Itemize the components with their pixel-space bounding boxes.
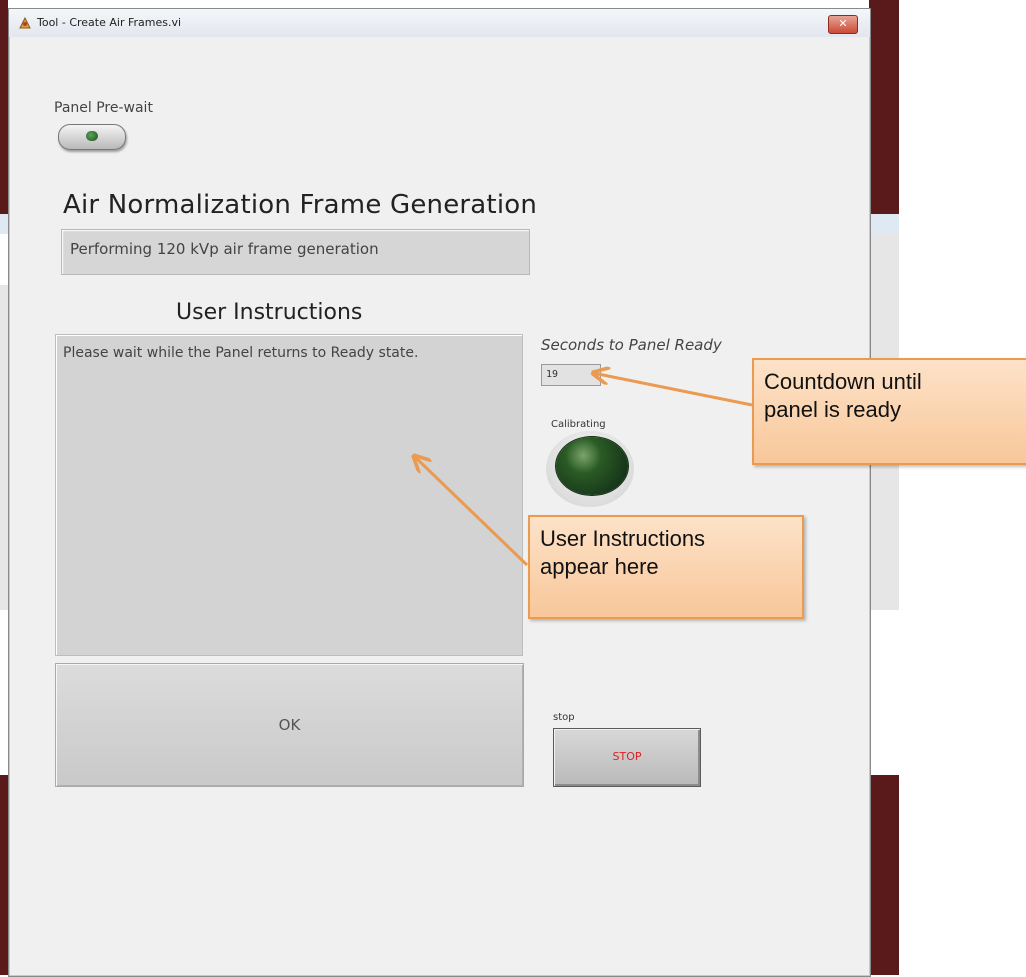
desktop-background	[0, 0, 8, 214]
desktop-background	[869, 214, 899, 234]
callout-instructions: User Instructions appear here	[528, 515, 804, 619]
desktop-background	[0, 285, 8, 610]
title-bar[interactable]: Tool - Create Air Frames.vi ✕	[9, 9, 870, 37]
stop-caption: stop	[553, 712, 575, 723]
callout-instructions-text: User Instructions appear here	[540, 526, 706, 579]
ok-button[interactable]: OK	[55, 663, 524, 787]
desktop-background	[0, 775, 8, 975]
callout-countdown-text: Countdown until panel is ready	[764, 369, 922, 422]
countdown-value: 19	[546, 369, 559, 380]
calibrating-label: Calibrating	[551, 419, 606, 430]
status-text: Performing 120 kVp air frame generation	[70, 240, 379, 258]
desktop-background	[0, 214, 8, 234]
close-button[interactable]: ✕	[828, 15, 858, 34]
ok-label: OK	[278, 716, 301, 734]
seconds-label: Seconds to Panel Ready	[541, 336, 722, 354]
countdown-indicator: 19	[541, 364, 601, 386]
stop-button[interactable]: STOP	[553, 728, 701, 787]
instructions-text: Please wait while the Panel returns to R…	[63, 345, 419, 361]
prewait-toggle[interactable]	[58, 124, 126, 150]
labview-app-icon	[19, 16, 31, 29]
window-title: Tool - Create Air Frames.vi	[37, 16, 182, 29]
close-icon: ✕	[838, 17, 848, 30]
calibrating-led-icon	[556, 437, 628, 495]
instructions-box: Please wait while the Panel returns to R…	[55, 334, 523, 656]
stop-label: STOP	[612, 750, 642, 763]
callout-countdown: Countdown until panel is ready	[752, 358, 1026, 465]
desktop-background	[869, 0, 899, 214]
status-indicator: Performing 120 kVp air frame generation	[61, 229, 530, 275]
desktop-background	[869, 775, 899, 975]
page-title: Air Normalization Frame Generation	[63, 190, 538, 220]
toggle-led-icon	[86, 131, 98, 141]
instructions-heading: User Instructions	[176, 300, 363, 325]
prewait-label: Panel Pre-wait	[54, 100, 153, 116]
